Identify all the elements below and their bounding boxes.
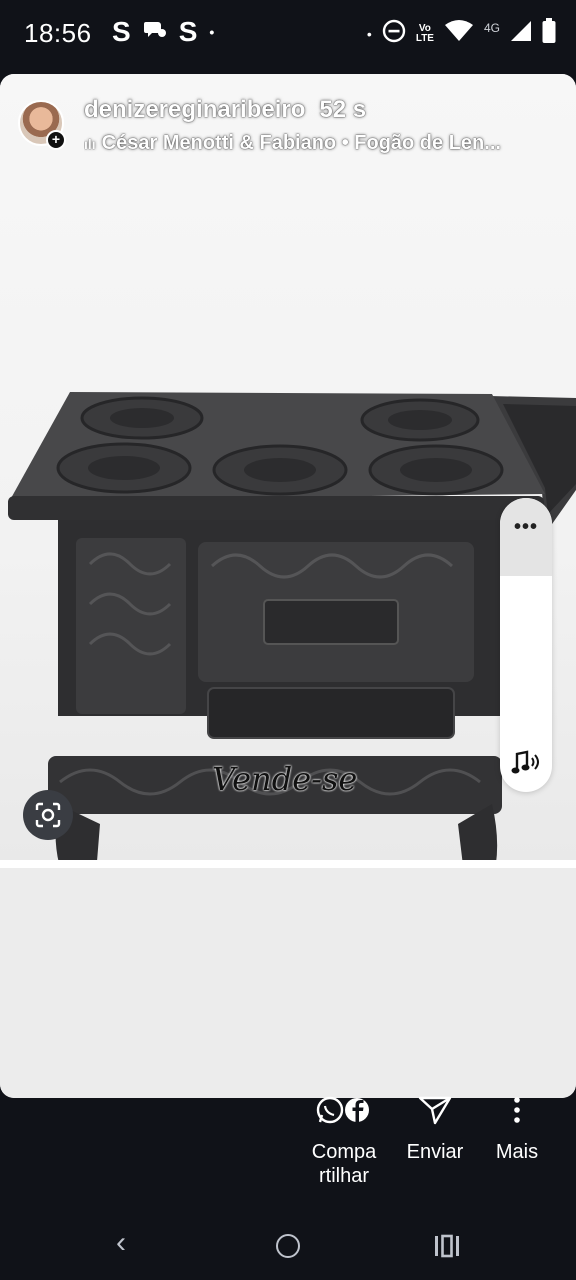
network-type: 4G (483, 20, 500, 35)
more-button[interactable]: Mais (482, 1090, 552, 1164)
share-icons (300, 1090, 388, 1130)
recent-apps-icon[interactable] (434, 1234, 460, 1263)
do-not-disturb-icon (382, 19, 406, 48)
status-time: 18:56 (24, 18, 92, 48)
volte-icon: Vo LTE (415, 23, 434, 44)
dot-icon: • (366, 25, 372, 42)
lens-scan-button[interactable] (23, 790, 73, 840)
side-panel[interactable]: ••• (500, 498, 552, 792)
signal-icon (510, 20, 532, 47)
more-notifications-dot: • (209, 24, 215, 40)
send-button[interactable]: Enviar (396, 1090, 474, 1164)
notification-icons: S S • (112, 16, 214, 48)
s-app-icon-2: S (178, 16, 198, 47)
photo-edge (0, 860, 576, 868)
s-app-icon: S (112, 16, 131, 47)
home-icon[interactable] (276, 1234, 300, 1258)
username[interactable]: denizereginaribeiro (84, 96, 305, 124)
story-card[interactable]: + denizereginaribeiro 52 s ılı César Men… (0, 74, 576, 1098)
whatsapp-facebook-icon (316, 1096, 369, 1124)
music-title: César Menotti & Fabiano • Fogão de Len..… (101, 132, 501, 154)
add-story-icon[interactable]: + (46, 130, 66, 150)
wifi-icon (444, 19, 474, 48)
share-button[interactable]: Compa rtilhar (300, 1090, 388, 1188)
back-icon[interactable]: ‹ (116, 1226, 126, 1260)
more-vertical-icon (482, 1090, 552, 1130)
story-actions: Compa rtilhar Enviar Mais (0, 1090, 576, 1200)
more-label: Mais (495, 1141, 539, 1163)
music-note-icon[interactable] (500, 750, 552, 782)
chat-bubble-icon (143, 16, 167, 48)
story-background (0, 868, 576, 1098)
sticker-text: Vende-se (212, 760, 358, 798)
story-header: denizereginaribeiro 52 s (84, 96, 366, 124)
send-icon (396, 1090, 474, 1130)
audio-bars-icon: ılı (84, 135, 96, 152)
battery-icon (542, 18, 556, 49)
elapsed-time: 52 s (319, 96, 367, 123)
status-right-icons: • Vo LTE 4G (367, 18, 556, 49)
status-bar: 18:56 S S • • Vo LTE 4G (0, 0, 576, 70)
music-attribution[interactable]: ılı César Menotti & Fabiano • Fogão de L… (84, 132, 560, 155)
share-label: Compa rtilhar (311, 1141, 377, 1187)
send-label: Enviar (406, 1141, 464, 1163)
system-nav-bar: ‹ (0, 1212, 576, 1280)
lens-icon (35, 802, 61, 828)
more-options-icon[interactable]: ••• (500, 516, 552, 539)
volte-bottom: LTE (415, 32, 434, 44)
